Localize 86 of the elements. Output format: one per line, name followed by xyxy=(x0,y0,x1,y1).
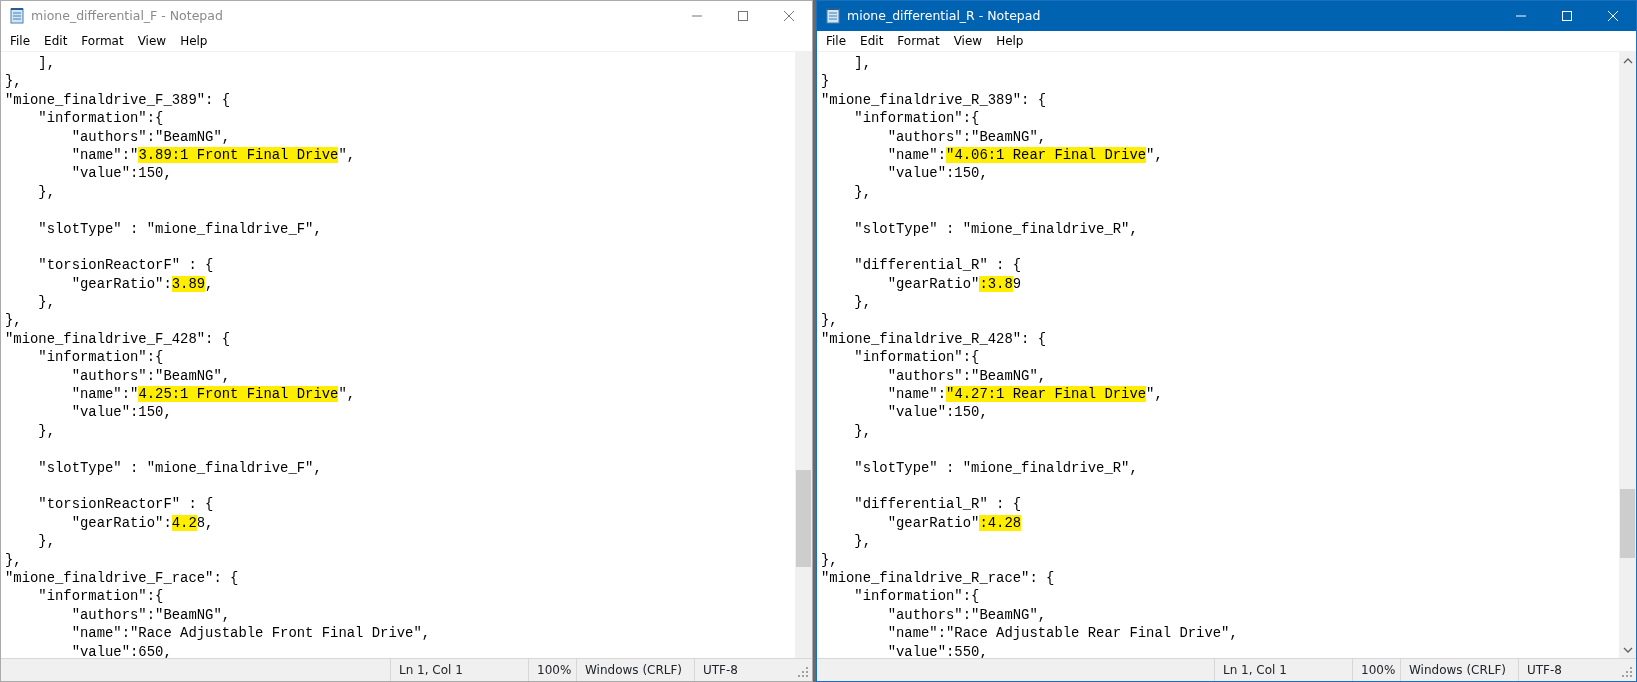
code-line: ], xyxy=(37,54,56,73)
code-line: }, xyxy=(853,182,872,202)
code-line: "mione_finaldrive_F_428": { xyxy=(5,329,232,349)
code-line: "authors":"BeamNG", xyxy=(886,605,1048,625)
scroll-thumb[interactable] xyxy=(1620,489,1635,559)
code-line: "mione_finaldrive_F_389": { xyxy=(5,90,232,110)
maximize-icon xyxy=(738,11,748,21)
code-line: "mione_finaldrive_F_race": { xyxy=(5,568,240,588)
code-line: "torsionReactorF" : { xyxy=(37,495,215,514)
line-ending-type: Windows (CRLF) xyxy=(1400,659,1518,681)
code-line: }, xyxy=(853,532,872,551)
menu-item[interactable]: File xyxy=(819,31,854,51)
code-line: "slotType" : "mione_finaldrive_R", xyxy=(853,219,1139,238)
code-line: "mione_finaldrive_R_race": { xyxy=(821,568,1056,588)
code-line: "value":150, xyxy=(70,403,173,422)
code-line: }, xyxy=(853,421,872,441)
line-ending-type: Windows (CRLF) xyxy=(576,659,694,681)
code-line: "torsionReactorF" : { xyxy=(37,256,215,275)
code-line: "slotType" : "mione_finaldrive_F", xyxy=(37,219,323,238)
menu-item[interactable]: Edit xyxy=(37,31,75,51)
code-line: "differential_R" : { xyxy=(853,256,1023,275)
code-line: ], xyxy=(853,54,872,73)
code-line: "gearRatio":3.89 xyxy=(886,274,1023,294)
code-line: "authors":"BeamNG", xyxy=(70,366,232,386)
menu-item[interactable]: Edit xyxy=(853,31,891,51)
menu-item[interactable]: Format xyxy=(890,31,947,51)
menu-item[interactable]: View xyxy=(946,31,990,51)
scroll-bar[interactable] xyxy=(795,52,812,658)
notepad-icon xyxy=(825,8,841,24)
resize-grip-icon xyxy=(796,665,810,679)
code-line: } xyxy=(821,72,831,91)
menu-item[interactable]: View xyxy=(130,31,174,51)
window-title: mione_differential_F - Notepad xyxy=(31,6,223,25)
code-line: }, xyxy=(821,550,839,569)
code-line: }, xyxy=(821,311,839,330)
scroll-thumb[interactable] xyxy=(796,470,811,568)
code-line: "information":{ xyxy=(853,587,981,606)
code-line: "differential_R" : { xyxy=(853,495,1023,514)
code-line: "authors":"BeamNG", xyxy=(70,605,232,625)
maximize-icon xyxy=(1562,11,1572,21)
code-line: "authors":"BeamNG", xyxy=(70,127,232,146)
code-line: "information":{ xyxy=(853,348,981,367)
zoom-level: 100% xyxy=(1352,659,1400,681)
code-line: "gearRatio":3.89, xyxy=(70,274,215,294)
code-line: }, xyxy=(37,532,56,551)
code-line: "mione_finaldrive_R_389": { xyxy=(821,90,1048,110)
code-line: }, xyxy=(37,182,56,202)
code-line: "value":150, xyxy=(886,164,989,183)
code-line: "gearRatio":4.28, xyxy=(70,513,215,533)
code-line: }, xyxy=(5,550,23,569)
code-line: "authors":"BeamNG", xyxy=(886,366,1048,386)
code-line: "information":{ xyxy=(853,109,981,128)
code-line: "authors":"BeamNG", xyxy=(886,127,1048,146)
code-line: }, xyxy=(5,311,23,330)
code-line: "information":{ xyxy=(37,587,165,606)
scroll-bar[interactable] xyxy=(1619,52,1636,658)
code-line: "slotType" : "mione_finaldrive_F", xyxy=(37,458,323,477)
code-line: "value":150, xyxy=(886,403,989,422)
close-icon xyxy=(784,11,794,21)
code-line: "information":{ xyxy=(37,348,165,367)
code-line: "information":{ xyxy=(37,109,165,128)
menu-item[interactable]: Format xyxy=(74,31,131,51)
code-line: }, xyxy=(37,421,56,441)
cursor-position: Ln 1, Col 1 xyxy=(1214,659,1352,681)
code-line: "value":550, xyxy=(886,642,989,658)
code-line: "name":"Race Adjustable Rear Final Drive", xyxy=(886,624,1239,643)
resize-grip-icon xyxy=(1620,665,1634,679)
menu-item[interactable]: File xyxy=(3,31,38,51)
zoom-level: 100% xyxy=(528,659,576,681)
code-line: "slotType" : "mione_finaldrive_R", xyxy=(853,458,1139,477)
code-line: }, xyxy=(853,293,872,312)
code-line: }, xyxy=(5,72,23,91)
window-title: mione_differential_R - Notepad xyxy=(847,6,1041,25)
close-icon xyxy=(1608,11,1618,21)
cursor-position: Ln 1, Col 1 xyxy=(390,659,528,681)
code-line: }, xyxy=(37,293,56,312)
text-encoding: UTF-8 xyxy=(694,659,794,681)
code-line: "mione_finaldrive_R_428": { xyxy=(821,329,1048,349)
text-encoding: UTF-8 xyxy=(1518,659,1618,681)
notepad-icon xyxy=(9,8,25,24)
menu-item[interactable]: Help xyxy=(173,31,215,51)
code-line: "name":"Race Adjustable Front Final Drive", xyxy=(70,624,432,643)
code-line: "value":150, xyxy=(70,164,173,183)
code-line: "gearRatio":4.28 xyxy=(886,513,1023,533)
code-line: "value":650, xyxy=(70,642,173,658)
menu-item[interactable]: Help xyxy=(989,31,1031,51)
